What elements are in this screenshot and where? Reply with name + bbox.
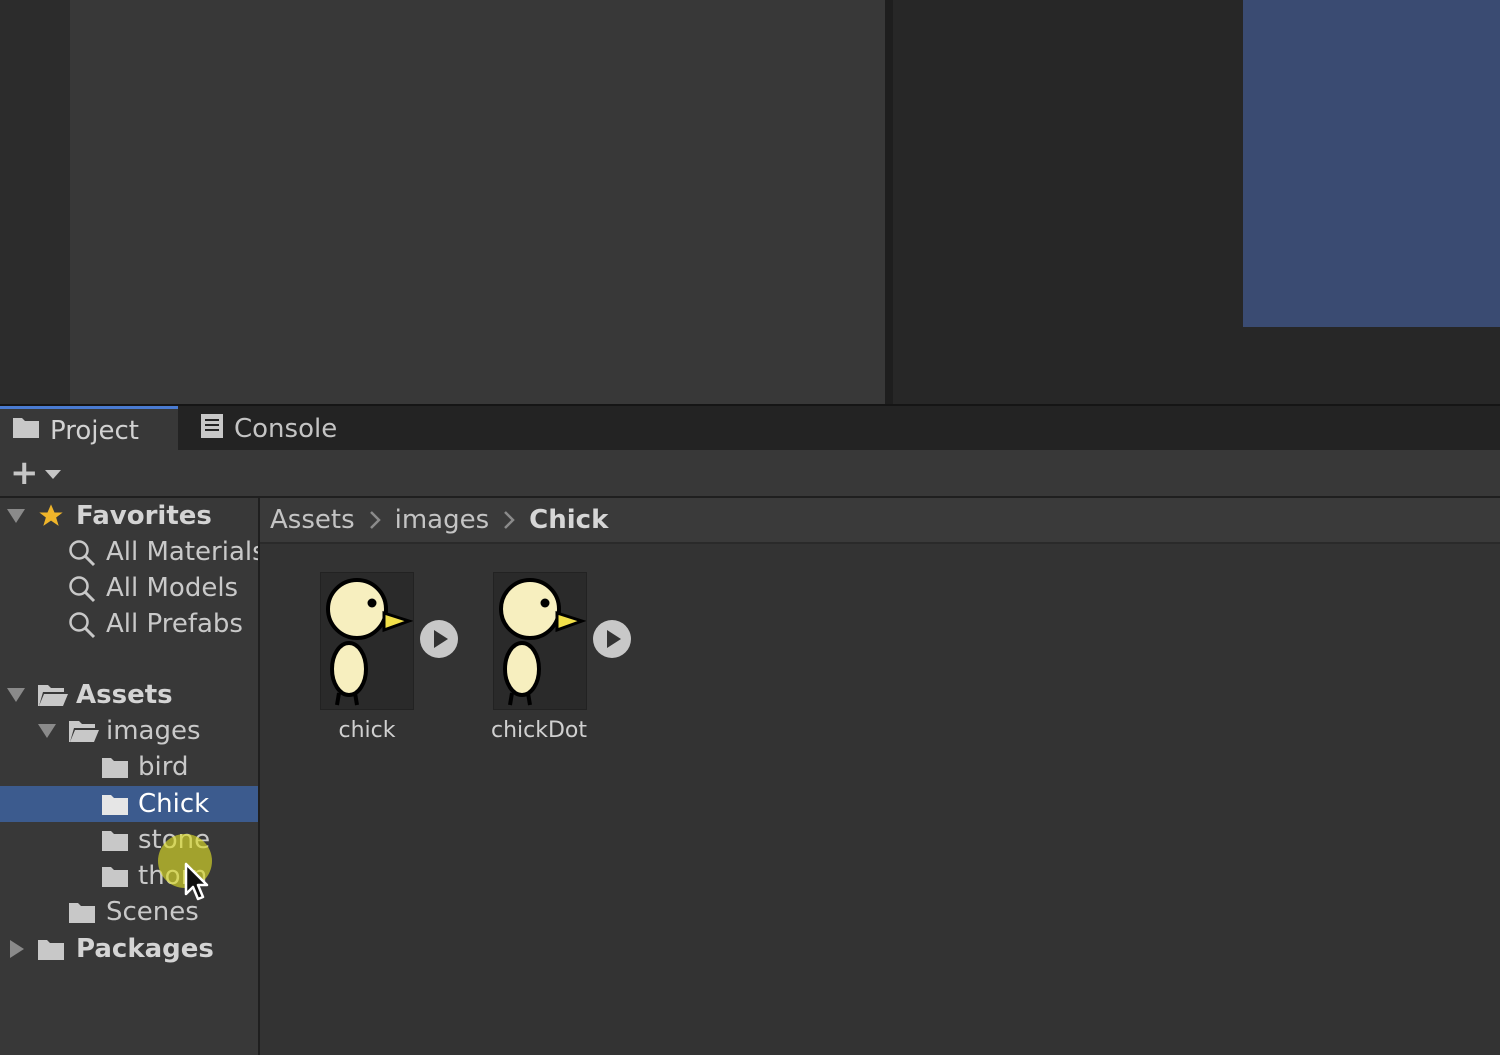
tree-item-label: All Models (106, 573, 239, 603)
add-button[interactable]: + (10, 453, 70, 493)
tab-console[interactable]: Console (178, 406, 368, 452)
folder-icon (68, 900, 96, 931)
breadcrumb-current[interactable]: Chick (529, 505, 608, 535)
tree-item-label: Favorites (76, 501, 212, 531)
tree-item-bird[interactable]: bird (0, 749, 258, 785)
asset-browser: Assets images Chick chick chickDot (260, 498, 1500, 1055)
tree-item-label: Packages (76, 934, 214, 964)
chick-sprite-icon (326, 578, 414, 706)
tree-item-label: images (106, 716, 201, 746)
console-icon (200, 413, 224, 446)
tree-item-thorn[interactable]: thorn (0, 858, 258, 894)
tree-item-label: Chick (138, 789, 210, 819)
chick-sprite-icon (499, 578, 587, 706)
folder-icon (101, 792, 129, 823)
tree-item-label: All Materials (106, 537, 260, 567)
tree-item-label: bird (138, 752, 189, 782)
tab-project[interactable]: Project (0, 406, 178, 452)
folder-icon (12, 415, 40, 446)
expand-arrow-icon[interactable] (7, 509, 25, 523)
asset-label: chickDot (490, 718, 587, 743)
folder-icon (37, 937, 65, 968)
scene-area (0, 0, 1500, 404)
sprite-thumbnail[interactable] (320, 572, 414, 710)
tree-item-assets[interactable]: Assets (0, 677, 258, 713)
search-icon (68, 539, 96, 574)
tab-bar: Project Console (0, 404, 1500, 452)
chevron-down-icon (44, 469, 61, 479)
play-icon[interactable] (593, 620, 631, 658)
chevron-right-icon (369, 510, 381, 530)
expand-arrow-icon[interactable] (38, 724, 56, 738)
tree-item-label: Assets (76, 680, 173, 710)
breadcrumb-item[interactable]: images (395, 505, 490, 535)
panel-divider[interactable] (885, 0, 893, 404)
game-preview (1243, 0, 1500, 327)
star-icon (37, 502, 65, 537)
expand-arrow-icon[interactable] (7, 688, 25, 702)
chevron-right-icon (503, 510, 515, 530)
left-panel-strip (0, 0, 70, 404)
tree-item-all-materials[interactable]: All Materials (0, 534, 258, 570)
mouse-cursor-icon (184, 862, 210, 906)
breadcrumb: Assets images Chick (260, 498, 1500, 544)
tab-console-label: Console (234, 414, 338, 444)
tree-item-scenes[interactable]: Scenes (0, 894, 258, 930)
asset-label: chick (338, 718, 396, 743)
tab-project-label: Project (50, 415, 139, 446)
tree-item-images[interactable]: images (0, 713, 258, 749)
project-sidebar: Favorites All Materials All Models All P… (0, 498, 260, 1055)
search-icon (68, 611, 96, 646)
folder-icon (101, 755, 129, 786)
tree-item-stone[interactable]: stone (0, 822, 258, 858)
tree-item-favorites[interactable]: Favorites (0, 498, 258, 534)
folder-icon (101, 828, 129, 859)
expand-arrow-icon[interactable] (10, 940, 24, 958)
tree-item-label: All Prefabs (106, 609, 243, 639)
breadcrumb-item[interactable]: Assets (270, 505, 355, 535)
play-icon[interactable] (420, 620, 458, 658)
tree-item-all-prefabs[interactable]: All Prefabs (0, 606, 258, 642)
tree-item-all-models[interactable]: All Models (0, 570, 258, 606)
tree-item-packages[interactable]: Packages (0, 931, 258, 967)
scene-view[interactable] (70, 0, 885, 404)
search-icon (68, 575, 96, 610)
folder-open-icon (37, 682, 69, 715)
tree-item-chick[interactable]: Chick (0, 786, 258, 822)
project-toolbar: + (0, 450, 1500, 498)
plus-icon: + (10, 453, 39, 493)
sprite-thumbnail[interactable] (493, 572, 587, 710)
folder-open-icon (68, 718, 100, 751)
folder-icon (101, 864, 129, 895)
